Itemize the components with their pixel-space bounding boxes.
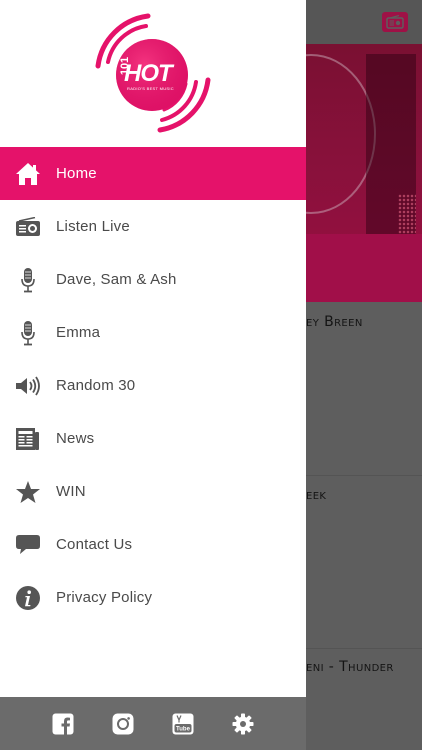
instagram-icon[interactable] xyxy=(112,713,134,735)
station-logo: 101 HOT RADIO'S BEST MUSIC xyxy=(0,0,306,146)
background-divider xyxy=(306,648,422,649)
speaker-icon xyxy=(0,359,56,412)
youtube-icon[interactable]: Tube xyxy=(172,713,194,735)
nav-item-contact-us[interactable]: Contact Us xyxy=(0,518,306,571)
chat-bubble-icon xyxy=(0,518,56,571)
nav-item-label: Privacy Policy xyxy=(56,589,153,606)
background-topbar xyxy=(306,0,422,44)
background-list xyxy=(306,302,422,750)
background-list-item-1: ey Breen xyxy=(306,314,363,330)
radio-button-icon[interactable] xyxy=(382,12,408,32)
nav-item-emma[interactable]: Emma xyxy=(0,306,306,359)
nav-item-win[interactable]: WIN xyxy=(0,465,306,518)
background-hero-image xyxy=(306,44,422,302)
microphone-icon xyxy=(0,306,56,359)
nav-item-label: WIN xyxy=(56,483,86,500)
background-list-item-2: eek xyxy=(306,487,327,503)
nav-item-label: Emma xyxy=(56,324,101,341)
home-icon xyxy=(0,147,56,200)
nav-item-home[interactable]: Home xyxy=(0,147,306,200)
nav-item-dave-sam-ash[interactable]: Dave, Sam & Ash xyxy=(0,253,306,306)
logo-wordmark: HOT xyxy=(124,60,173,87)
nav-item-label: Listen Live xyxy=(56,218,130,235)
nav-item-news[interactable]: News xyxy=(0,412,306,465)
nav-item-privacy-policy[interactable]: Privacy Policy xyxy=(0,571,306,624)
svg-text:Tube: Tube xyxy=(176,726,191,732)
background-divider xyxy=(306,475,422,476)
background-list-item-3: eni - Thunder xyxy=(306,659,394,675)
nav-item-label: Home xyxy=(56,165,97,182)
star-icon xyxy=(0,465,56,518)
nav-item-label: Random 30 xyxy=(56,377,136,394)
drawer-menu: Home Listen Live Dave, Sam & Ash Emma Ra… xyxy=(0,147,306,624)
navigation-drawer: 101 HOT RADIO'S BEST MUSIC Home Listen L… xyxy=(0,0,306,750)
nav-item-random-30[interactable]: Random 30 xyxy=(0,359,306,412)
info-icon xyxy=(0,571,56,624)
facebook-icon[interactable] xyxy=(52,713,74,735)
nav-item-listen-live[interactable]: Listen Live xyxy=(0,200,306,253)
logo-tagline: RADIO'S BEST MUSIC xyxy=(127,86,174,91)
radio-icon xyxy=(0,200,56,253)
settings-icon[interactable] xyxy=(232,713,254,735)
nav-item-label: News xyxy=(56,430,95,447)
drawer-footer: Tube xyxy=(0,697,306,750)
microphone-icon xyxy=(0,253,56,306)
nav-item-label: Dave, Sam & Ash xyxy=(56,271,177,288)
nav-item-label: Contact Us xyxy=(56,536,133,553)
newspaper-icon xyxy=(0,412,56,465)
